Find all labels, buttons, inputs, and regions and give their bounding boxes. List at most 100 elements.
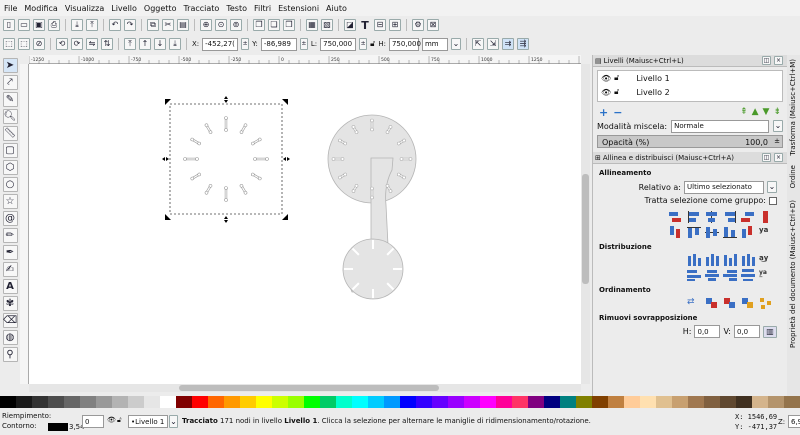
- distribute-gaps-h-icon[interactable]: [741, 254, 755, 266]
- palette-swatch[interactable]: [16, 396, 32, 408]
- palette-swatch[interactable]: [592, 396, 608, 408]
- menu-file[interactable]: File: [4, 4, 17, 13]
- palette-swatch[interactable]: [752, 396, 768, 408]
- menu-modifica[interactable]: Modifica: [24, 4, 57, 13]
- menu-tracciato[interactable]: Tracciato: [183, 4, 219, 13]
- panel-close-icon[interactable]: ×: [774, 56, 783, 65]
- relative-dropdown-icon[interactable]: ⌄: [767, 181, 777, 193]
- palette-swatch[interactable]: [560, 396, 576, 408]
- print-icon[interactable]: ⎙: [48, 19, 60, 31]
- palette-swatch[interactable]: [224, 396, 240, 408]
- clone-icon[interactable]: ❏: [268, 19, 280, 31]
- palette-swatch[interactable]: [688, 396, 704, 408]
- menu-visualizza[interactable]: Visualizza: [65, 4, 104, 13]
- vertical-scrollbar[interactable]: [581, 64, 590, 384]
- unit-select[interactable]: mm: [421, 37, 448, 51]
- palette-swatch[interactable]: [208, 396, 224, 408]
- height-field[interactable]: 750,000: [388, 37, 421, 51]
- text-font-icon[interactable]: T: [359, 19, 371, 31]
- lock-status-icon[interactable]: 🔓︎: [117, 416, 122, 425]
- side-tab-transform[interactable]: Trasforma (Maiusc+Ctrl+M): [789, 59, 797, 156]
- cut-icon[interactable]: ✂: [162, 19, 174, 31]
- palette-swatch[interactable]: [240, 396, 256, 408]
- palette-swatch[interactable]: [112, 396, 128, 408]
- paste-icon[interactable]: ▤: [177, 19, 189, 31]
- deselect-icon[interactable]: ⊘: [33, 38, 45, 50]
- palette-swatch[interactable]: [384, 396, 400, 408]
- palette-swatch[interactable]: [704, 396, 720, 408]
- vertical-scroll-thumb[interactable]: [582, 174, 589, 284]
- vertical-ruler[interactable]: [20, 64, 29, 384]
- palette-swatch[interactable]: [48, 396, 64, 408]
- distribute-baseline-icon[interactable]: a͜y: [759, 254, 773, 266]
- xml-editor-icon[interactable]: ⊟: [374, 19, 386, 31]
- layer-row[interactable]: 👁︎ 🔓︎ Livello 1: [598, 71, 782, 85]
- panel-restore-icon[interactable]: ◫: [762, 153, 771, 162]
- x-spin-icon[interactable]: ±: [241, 38, 250, 50]
- palette-swatch[interactable]: [656, 396, 672, 408]
- align-center-h-icon[interactable]: [705, 211, 719, 223]
- layer-name[interactable]: Livello 1: [636, 74, 669, 83]
- selector-tool-icon[interactable]: ➤: [2, 58, 18, 73]
- palette-swatch[interactable]: [720, 396, 736, 408]
- flip-v-icon[interactable]: ⇅: [101, 38, 113, 50]
- ungroup-icon[interactable]: ▧: [321, 19, 333, 31]
- treat-group-checkbox[interactable]: [769, 196, 777, 205]
- import-icon[interactable]: ⤓: [71, 19, 83, 31]
- zoom-drawing-icon[interactable]: ⊙: [215, 19, 227, 31]
- exchange-positions-icon[interactable]: ⇄: [687, 297, 701, 309]
- star-tool-icon[interactable]: ☆: [2, 194, 18, 209]
- pen-tool-icon[interactable]: ✒: [2, 245, 18, 260]
- export-icon[interactable]: ⤒: [86, 19, 98, 31]
- unlock-icon[interactable]: 🔓︎: [614, 73, 619, 83]
- y-spin-icon[interactable]: ±: [299, 38, 308, 50]
- distribute-center-h-icon[interactable]: [705, 254, 719, 266]
- text-tool-icon[interactable]: A: [2, 279, 18, 294]
- palette-swatch[interactable]: [448, 396, 464, 408]
- palette-swatch[interactable]: [320, 396, 336, 408]
- palette-swatch[interactable]: [640, 396, 656, 408]
- menu-estensioni[interactable]: Estensioni: [278, 4, 319, 13]
- move-gradients-icon[interactable]: ⇉: [501, 38, 514, 50]
- zoom-page-icon[interactable]: ⊚: [230, 19, 242, 31]
- opacity-field[interactable]: 0: [82, 415, 104, 428]
- palette-swatch[interactable]: [672, 396, 688, 408]
- layer-row[interactable]: 👁︎ 🔓︎ Livello 2: [598, 85, 782, 99]
- exchange-clockwise-icon[interactable]: [741, 297, 755, 309]
- opacity-slider[interactable]: Opacità (%) 100,0 ±: [597, 135, 783, 148]
- layer-to-bottom-icon[interactable]: ⇟: [773, 107, 781, 117]
- palette-swatch[interactable]: [416, 396, 432, 408]
- relative-select[interactable]: Ultimo selezionato: [684, 180, 764, 194]
- 3d-box-tool-icon[interactable]: ⬡: [2, 160, 18, 175]
- menu-filtri[interactable]: Filtri: [254, 4, 271, 13]
- menu-livello[interactable]: Livello: [111, 4, 137, 13]
- add-layer-icon[interactable]: +: [599, 106, 608, 119]
- palette-swatch[interactable]: [432, 396, 448, 408]
- lower-icon[interactable]: ↓: [154, 38, 166, 50]
- lock-icon[interactable]: 🔓︎: [370, 39, 375, 49]
- eye-icon[interactable]: 👁︎: [601, 74, 611, 83]
- flip-h-icon[interactable]: ⇋: [86, 38, 98, 50]
- layer-down-icon[interactable]: ▼: [763, 107, 770, 117]
- raise-icon[interactable]: ↑: [139, 38, 151, 50]
- align-distribute-icon[interactable]: ⊞: [389, 19, 401, 31]
- tweak-tool-icon[interactable]: ✎: [2, 92, 18, 107]
- menu-aiuto[interactable]: Aiuto: [326, 4, 347, 13]
- align-baseline-h-icon[interactable]: [759, 211, 773, 223]
- palette-swatch[interactable]: [256, 396, 272, 408]
- distribute-bottom-icon[interactable]: [723, 269, 737, 281]
- unit-dropdown-icon[interactable]: ⌄: [450, 38, 461, 50]
- preferences-icon[interactable]: ⚙: [412, 19, 424, 31]
- eye-icon[interactable]: 👁︎: [601, 88, 611, 97]
- new-document-icon[interactable]: ▯: [3, 19, 15, 31]
- palette-swatch[interactable]: [176, 396, 192, 408]
- zoom-selection-icon[interactable]: ⊕: [200, 19, 212, 31]
- align-left-edge-icon[interactable]: [741, 211, 755, 223]
- palette-swatch[interactable]: [464, 396, 480, 408]
- h-gap-field[interactable]: 0,0: [694, 325, 721, 338]
- side-tab-document-properties[interactable]: Proprietà del documento (Maiusc+Ctrl+D): [789, 200, 797, 348]
- visibility-icon[interactable]: 👁︎: [107, 416, 116, 424]
- palette-swatch[interactable]: [368, 396, 384, 408]
- palette-swatch[interactable]: [576, 396, 592, 408]
- palette-swatch[interactable]: [288, 396, 304, 408]
